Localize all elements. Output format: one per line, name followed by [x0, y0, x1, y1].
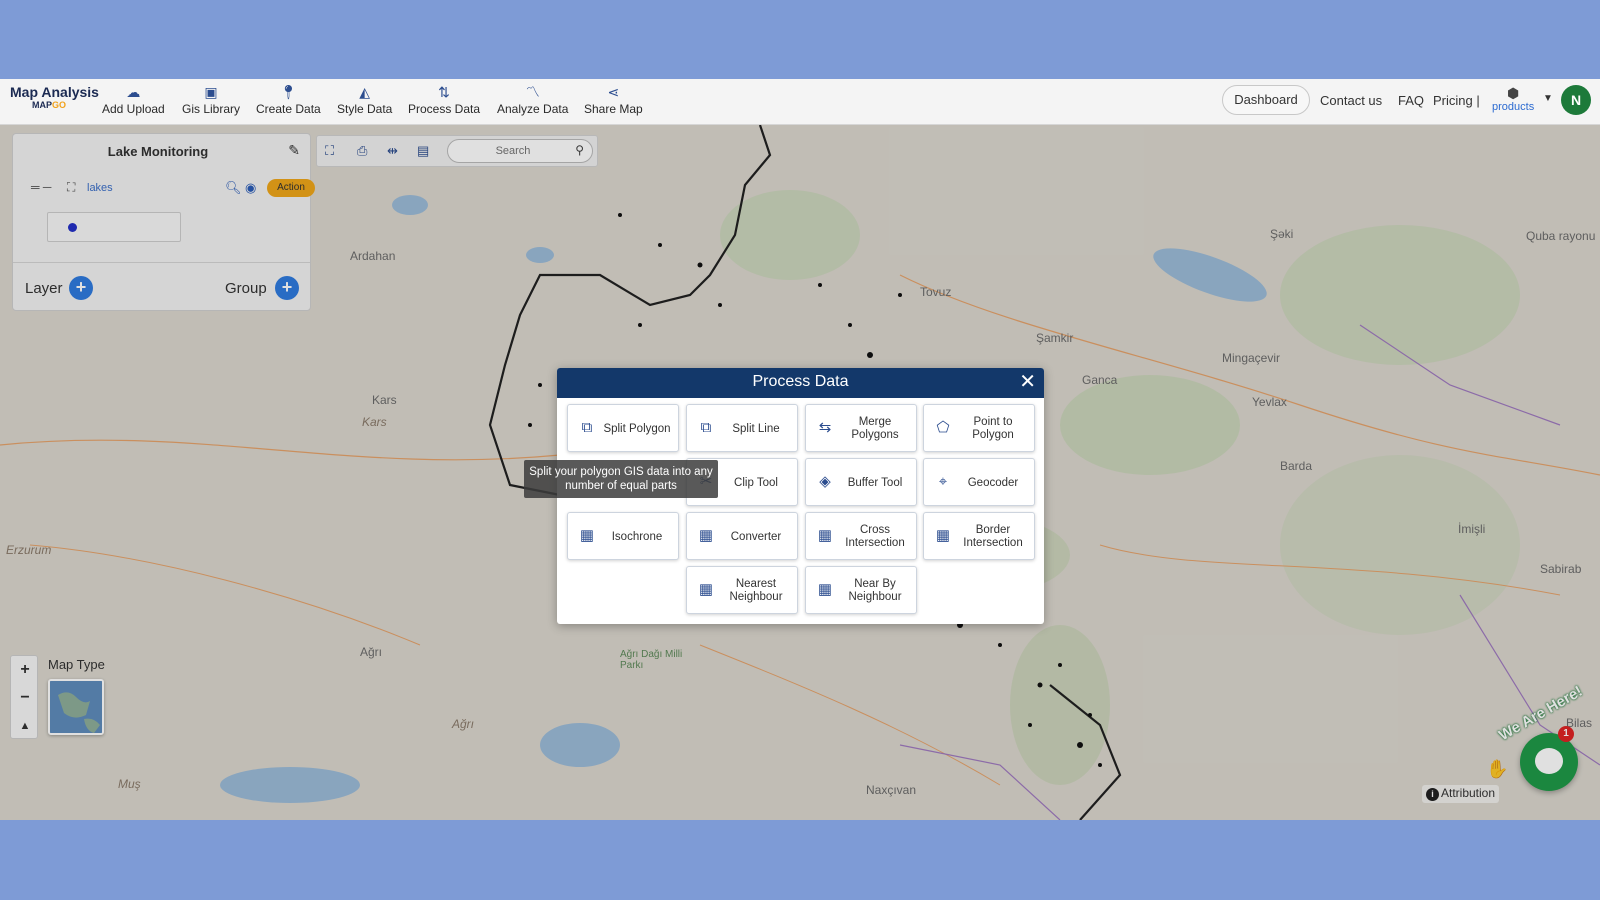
products-menu[interactable]: ⬢ products: [1492, 85, 1534, 113]
modal-header: Process Data ✕: [557, 368, 1044, 398]
app-frame: Map Analysis MAPGO ☁ Add Upload ▣ Gis Li…: [0, 79, 1600, 820]
tool-label: Clip Tool: [734, 476, 778, 489]
tool-label: Converter: [730, 530, 782, 543]
brand-sub-map: MAP: [32, 100, 52, 110]
nav-add-upload[interactable]: ☁ Add Upload: [102, 83, 165, 117]
tool-label: Near By Neighbour: [848, 578, 902, 603]
process-icon: ⇅: [438, 84, 450, 100]
split-line-icon: ⧉: [700, 419, 712, 436]
nav-style-data-label: Style Data: [337, 102, 393, 116]
modal-title: Process Data: [752, 373, 849, 390]
tool-label: Border Intersection: [963, 524, 1023, 549]
tool-split-line[interactable]: ⧉ Split Line: [686, 404, 798, 452]
tool-point-to-polygon[interactable]: ⬠ Point to Polygon: [923, 404, 1035, 452]
tool-label: Split Line: [732, 422, 780, 435]
close-icon[interactable]: ✕: [1019, 371, 1036, 393]
user-avatar[interactable]: N: [1561, 85, 1591, 115]
buffer-tool-icon: ◈: [819, 473, 831, 490]
nav-style-data[interactable]: ◭ Style Data: [337, 83, 392, 117]
contact-us-link[interactable]: Contact us: [1320, 93, 1382, 108]
nav-analyze-data[interactable]: 〽 Analyze Data: [497, 83, 568, 117]
tool-label: Cross Intersection: [845, 524, 905, 549]
nav-create-data[interactable]: 📍︎ Create Data: [256, 83, 321, 117]
cross-intersection-icon: ▦: [817, 527, 833, 544]
split-polygon-icon: ⧉: [581, 419, 593, 436]
pricing-link[interactable]: Pricing |: [1433, 93, 1480, 108]
paint-bucket-icon: ◭: [359, 84, 371, 100]
map-pin-icon: 📍︎: [279, 84, 298, 100]
nav-gis-library-label: Gis Library: [182, 102, 241, 116]
nav-process-data[interactable]: ⇅ Process Data: [408, 83, 480, 117]
geocoder-pin-icon: ⌖: [938, 473, 948, 490]
tool-label: Split Polygon: [603, 422, 671, 435]
tool-geocoder[interactable]: ⌖ Geocoder: [923, 458, 1035, 506]
brand-sub-go: GO: [52, 100, 67, 110]
chevron-down-icon[interactable]: ▼: [1543, 93, 1553, 104]
converter-icon: ▦: [698, 527, 714, 544]
tool-buffer-tool[interactable]: ◈ Buffer Tool: [805, 458, 917, 506]
tool-label: Isochrone: [611, 530, 663, 543]
nav-share-map-label: Share Map: [584, 102, 643, 116]
tool-label: Buffer Tool: [847, 476, 903, 489]
nearby-neighbour-icon: ▦: [817, 581, 833, 598]
products-label: products: [1492, 101, 1535, 113]
analyze-chart-icon: 〽: [525, 84, 540, 100]
nav-analyze-data-label: Analyze Data: [497, 102, 569, 116]
nearest-neighbour-icon: ▦: [698, 581, 714, 598]
nav-share-map[interactable]: ⋖ Share Map: [584, 83, 643, 117]
tool-label: Geocoder: [967, 476, 1019, 489]
faq-link[interactable]: FAQ: [1398, 93, 1424, 108]
top-navbar: Map Analysis MAPGO ☁ Add Upload ▣ Gis Li…: [0, 79, 1600, 125]
brand-title: Map Analysis: [10, 84, 99, 100]
nav-process-data-label: Process Data: [408, 102, 481, 116]
tool-cross-intersection[interactable]: ▦ Cross Intersection: [805, 512, 917, 560]
nav-gis-library[interactable]: ▣ Gis Library: [182, 83, 240, 117]
tool-label: Point to Polygon: [972, 416, 1014, 441]
brand-logo[interactable]: Map Analysis MAPGO: [10, 84, 99, 110]
nav-create-data-label: Create Data: [256, 102, 321, 116]
brand-subtitle: MAPGO: [32, 100, 99, 110]
map-canvas[interactable]: Ardahan Kars Kars Erzurum Ağrı Ağrı Muş …: [0, 125, 1600, 820]
cloud-upload-icon: ☁: [126, 84, 141, 100]
nav-add-upload-label: Add Upload: [102, 102, 165, 116]
tool-nearby-neighbour[interactable]: ▦ Near By Neighbour: [805, 566, 917, 614]
tool-label: Merge Polygons: [851, 416, 899, 441]
share-icon: ⋖: [607, 84, 620, 100]
border-intersection-icon: ▦: [935, 527, 951, 544]
tool-nearest-neighbour[interactable]: ▦ Nearest Neighbour: [686, 566, 798, 614]
isochrone-icon: ▦: [579, 527, 595, 544]
point-to-polygon-icon: ⬠: [936, 419, 950, 436]
tool-split-polygon[interactable]: ⧉ Split Polygon: [567, 404, 679, 452]
tool-isochrone[interactable]: ▦ Isochrone: [567, 512, 679, 560]
products-cube-icon: ⬢: [1506, 85, 1520, 101]
dashboard-button[interactable]: Dashboard: [1222, 85, 1310, 115]
split-polygon-tooltip: Split your polygon GIS data into any num…: [524, 460, 718, 498]
merge-polygons-icon: ⇆: [818, 419, 832, 436]
tool-border-intersection[interactable]: ▦ Border Intersection: [923, 512, 1035, 560]
tool-merge-polygons[interactable]: ⇆ Merge Polygons: [805, 404, 917, 452]
tool-converter[interactable]: ▦ Converter: [686, 512, 798, 560]
tool-label: Nearest Neighbour: [729, 578, 783, 603]
library-icon: ▣: [204, 84, 218, 100]
